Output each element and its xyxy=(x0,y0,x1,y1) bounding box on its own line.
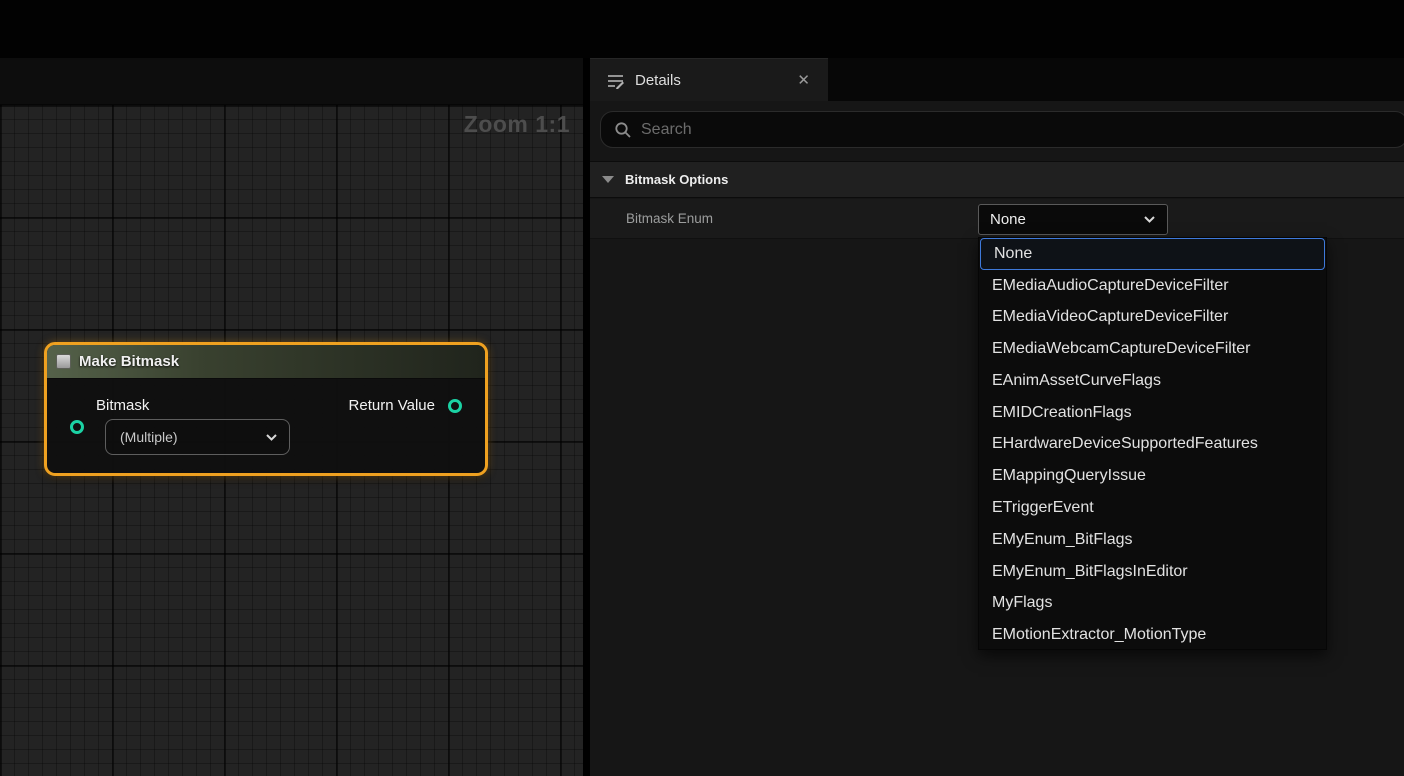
dropdown-option[interactable]: None xyxy=(980,238,1325,270)
node-title: Make Bitmask xyxy=(79,353,179,370)
graph-canvas[interactable]: Zoom 1:1 Make Bitmask Bitmask (Multiple)… xyxy=(0,105,583,776)
panel-splitter[interactable] xyxy=(583,58,590,776)
chevron-down-icon xyxy=(1144,216,1155,223)
details-icon xyxy=(606,71,625,90)
input-pin-label: Bitmask xyxy=(96,397,149,414)
search-box[interactable] xyxy=(600,111,1404,148)
bitmask-value-dropdown[interactable]: (Multiple) xyxy=(105,419,290,455)
bitmask-enum-combobox-value: None xyxy=(990,211,1144,228)
dropdown-option[interactable]: EMIDCreationFlags xyxy=(979,397,1326,429)
zoom-level-label: Zoom 1:1 xyxy=(464,111,570,138)
dropdown-option[interactable]: EMyEnum_BitFlags xyxy=(979,524,1326,556)
unreal-editor-window: Zoom 1:1 Make Bitmask Bitmask (Multiple)… xyxy=(0,0,1404,776)
dropdown-option[interactable]: EMediaVideoCaptureDeviceFilter xyxy=(979,302,1326,334)
dropdown-option[interactable]: EMediaWebcamCaptureDeviceFilter xyxy=(979,333,1326,365)
property-row-bitmask-enum: Bitmask Enum None xyxy=(590,199,1404,239)
return-value-output-pin[interactable] xyxy=(448,399,462,413)
graph-toolbar xyxy=(0,58,583,105)
close-icon[interactable]: ✕ xyxy=(793,69,814,91)
make-struct-icon xyxy=(56,354,71,369)
node-header[interactable]: Make Bitmask xyxy=(47,345,485,379)
bitmask-input-pin[interactable] xyxy=(70,420,84,434)
tab-details[interactable]: Details ✕ xyxy=(590,58,828,101)
details-panel: Details ✕ Bitmask Options Bitmask Enum N… xyxy=(590,58,1404,776)
chevron-down-icon xyxy=(266,434,277,441)
dropdown-option[interactable]: EMyEnum_BitFlagsInEditor xyxy=(979,556,1326,588)
section-bitmask-options[interactable]: Bitmask Options xyxy=(590,161,1404,198)
make-bitmask-node[interactable]: Make Bitmask Bitmask (Multiple) Return V… xyxy=(44,342,488,476)
tab-strip: Details ✕ xyxy=(590,58,1404,101)
dropdown-option[interactable]: EMediaAudioCaptureDeviceFilter xyxy=(979,270,1326,302)
dropdown-option[interactable]: EMappingQueryIssue xyxy=(979,460,1326,492)
search-row xyxy=(590,101,1404,158)
enum-dropdown-list: NoneEMediaAudioCaptureDeviceFilterEMedia… xyxy=(978,237,1327,650)
node-body: Bitmask (Multiple) Return Value xyxy=(47,379,485,473)
dropdown-option[interactable]: ETriggerEvent xyxy=(979,492,1326,524)
dropdown-option[interactable]: EMotionExtractor_MotionType xyxy=(979,619,1326,651)
dropdown-option[interactable]: EHardwareDeviceSupportedFeatures xyxy=(979,429,1326,461)
output-pin-label: Return Value xyxy=(349,397,435,414)
expand-arrow-icon[interactable] xyxy=(602,176,614,183)
section-title: Bitmask Options xyxy=(625,172,728,187)
search-input[interactable] xyxy=(641,112,1399,147)
top-menu-bar xyxy=(0,0,1404,58)
dropdown-option[interactable]: MyFlags xyxy=(979,587,1326,619)
graph-editor: Zoom 1:1 Make Bitmask Bitmask (Multiple)… xyxy=(0,58,583,776)
tab-title: Details xyxy=(635,72,793,89)
property-label: Bitmask Enum xyxy=(626,211,713,226)
dropdown-option[interactable]: EAnimAssetCurveFlags xyxy=(979,365,1326,397)
search-icon xyxy=(614,121,632,139)
bitmask-enum-combobox[interactable]: None xyxy=(978,204,1168,235)
bitmask-value-dropdown-value: (Multiple) xyxy=(120,429,266,445)
